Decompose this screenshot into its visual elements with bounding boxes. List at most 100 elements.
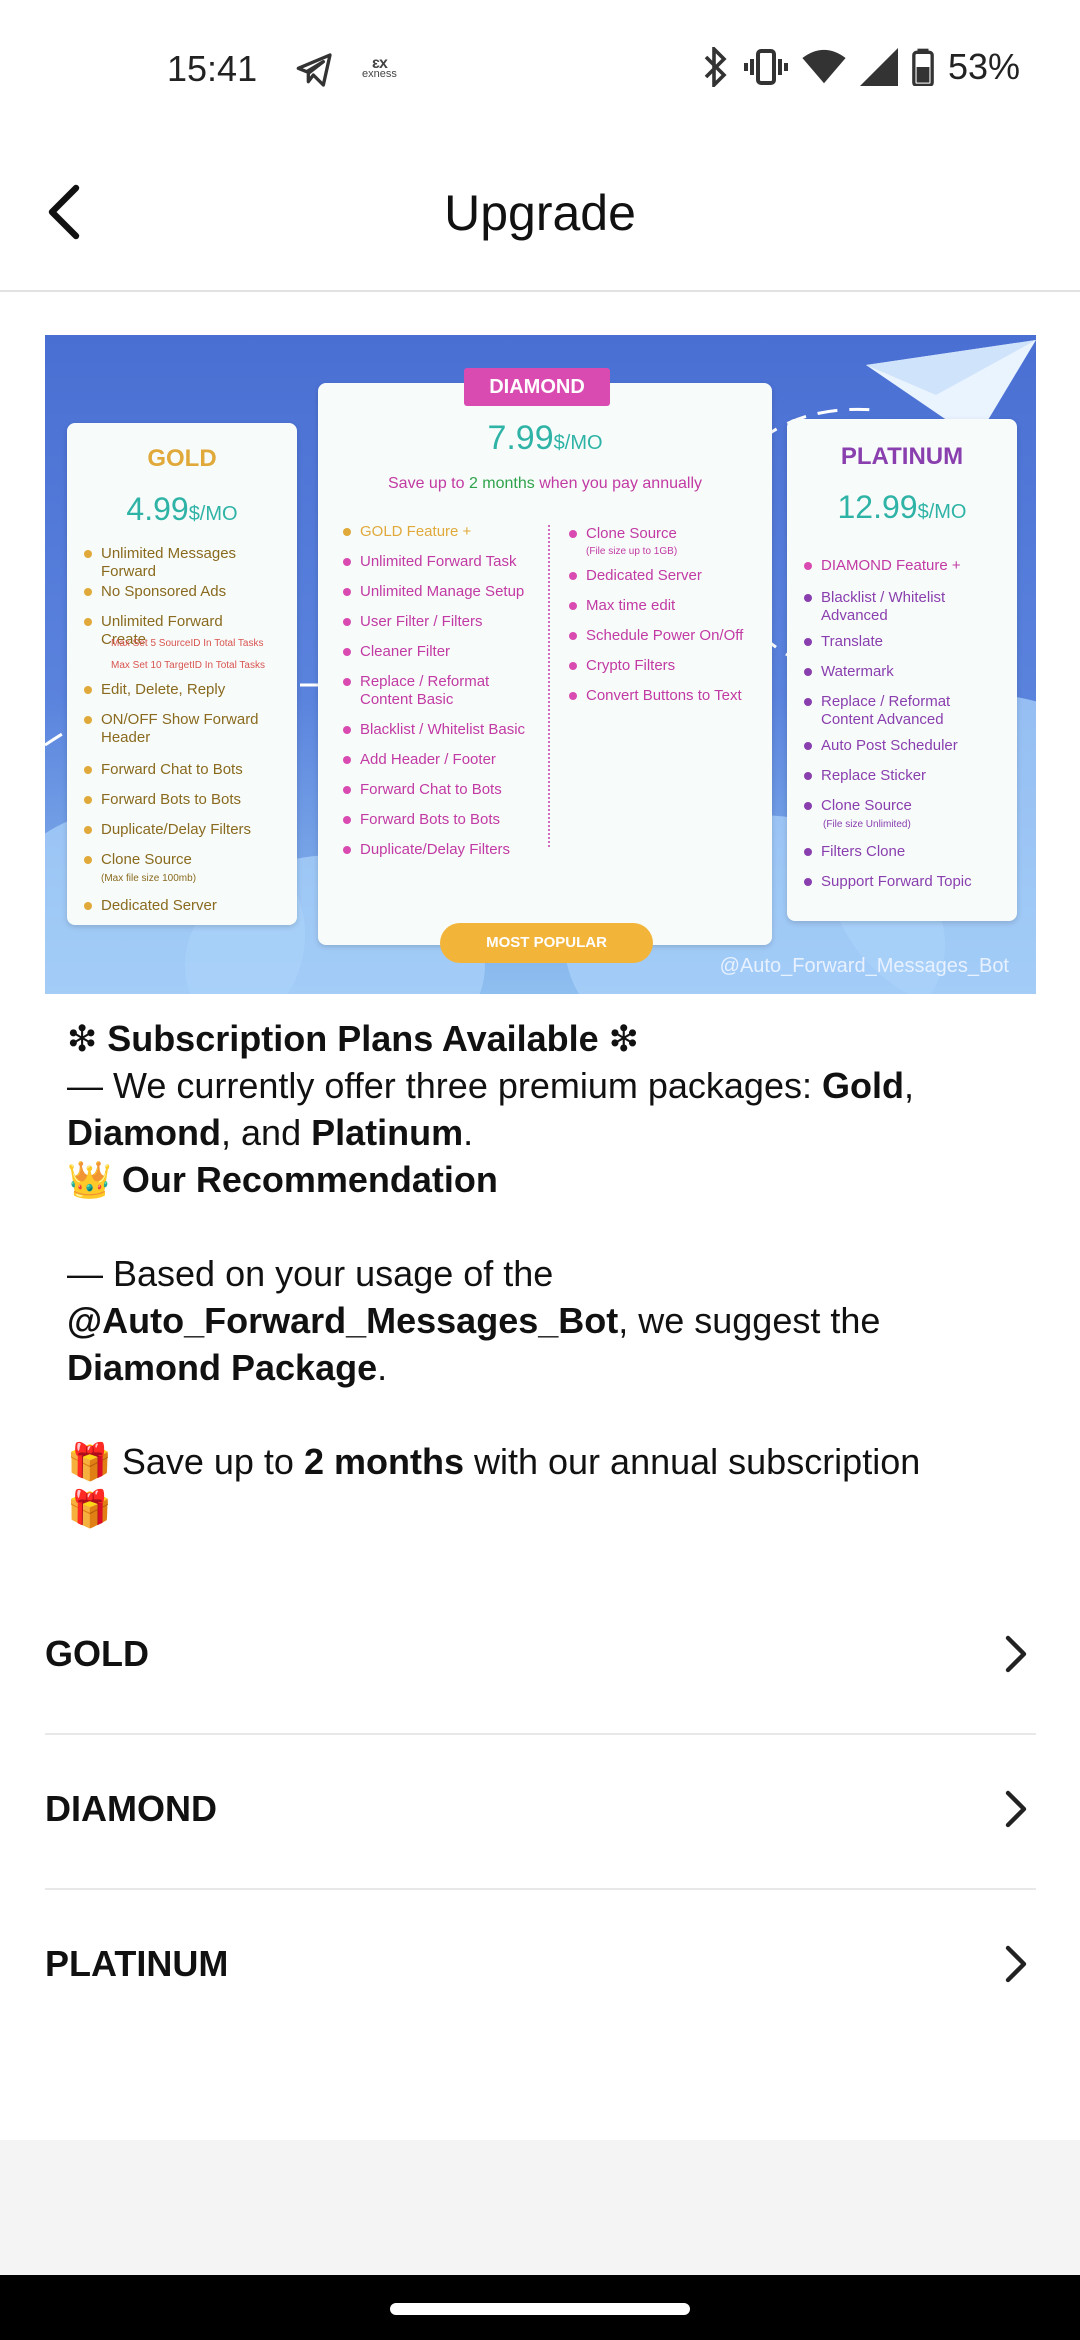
- feature-item: Max time edit: [586, 597, 676, 614]
- feature-item: Replace Sticker: [821, 767, 927, 784]
- home-gesture-handle[interactable]: [390, 2303, 690, 2315]
- signal-icon: [859, 48, 898, 86]
- gold-price-value: 4.99: [126, 491, 189, 527]
- exness-icon: ɛx exness: [362, 55, 397, 80]
- app-bar: Upgrade: [0, 140, 1080, 292]
- feature-note: Max Set 10 TargetID In Total Tasks: [111, 660, 265, 671]
- feature-note: (File size Unlimited): [823, 819, 911, 830]
- status-time: 15:41: [167, 48, 258, 89]
- bullet-dot: [84, 902, 92, 910]
- gold-price-unit: $/MO: [188, 503, 238, 525]
- subscription-message: ❇ Subscription Plans Available ❇ — We cu…: [67, 1015, 1017, 1532]
- diamond-save-text: Save up to 2 months when you pay annuall…: [388, 475, 702, 492]
- page-title: Upgrade: [444, 185, 636, 241]
- feature-item: Support Forward Topic: [821, 873, 972, 890]
- feature-note: Max Set 5 SourceID In Total Tasks: [111, 638, 264, 649]
- plans-banner-image[interactable]: GOLD 4.99$/MO Unlimited Messages Forward…: [45, 335, 1036, 994]
- gold-plan-name: GOLD: [147, 445, 217, 472]
- bullet-dot: [343, 846, 351, 854]
- plan-row-diamond[interactable]: DIAMOND: [45, 1735, 1036, 1890]
- feature-item: Forward Chat to Bots: [360, 781, 502, 798]
- feature-item: Forward Chat to Bots: [101, 761, 243, 778]
- bullet-dot: [804, 878, 812, 886]
- gift-icon: 🎁: [67, 1488, 112, 1529]
- bullet-dot: [569, 692, 577, 700]
- feature-item: GOLD Feature +: [360, 523, 472, 540]
- feature-item: Clone Source: [101, 851, 192, 868]
- crown-icon: 👑: [67, 1159, 112, 1200]
- battery-icon: [912, 48, 934, 86]
- diamond-plan-price: 7.99$/MO: [318, 419, 772, 458]
- bullet-dot: [569, 572, 577, 580]
- diamond-price-value: 7.99: [487, 419, 554, 457]
- telegram-icon: [296, 53, 332, 87]
- feature-item: Translate: [821, 633, 883, 650]
- bullet-dot: [804, 802, 812, 810]
- plan-row-label: GOLD: [45, 1633, 149, 1674]
- status-bar: 15:41 ɛx exness 53%: [0, 0, 1080, 140]
- gold-plan-price: 4.99$/MO: [67, 491, 297, 528]
- status-icons: 53%: [702, 46, 1020, 88]
- bullet-dot: [804, 772, 812, 780]
- bullet-dot: [84, 618, 92, 626]
- bullet-dot: [569, 662, 577, 670]
- platinum-plan-card: PLATINUM 12.99$/MO DIAMOND Feature + Blac…: [787, 419, 1017, 921]
- message-heading: ❇ Subscription Plans Available ❇: [67, 1018, 639, 1059]
- bot-mention-link[interactable]: @Auto_Forward_Messages_Bot: [67, 1300, 618, 1341]
- bullet-dot: [343, 618, 351, 626]
- feature-item: ON/OFF Show Forward Header: [101, 711, 259, 746]
- chevron-right-icon: [1005, 1635, 1027, 1673]
- chevron-right-icon: [1005, 1945, 1027, 1983]
- feature-item: Auto Post Scheduler: [821, 737, 958, 754]
- feature-item: Cleaner Filter: [360, 643, 451, 660]
- feature-item: Crypto Filters: [586, 657, 676, 674]
- wifi-icon: [802, 49, 846, 84]
- bullet-dot: [343, 678, 351, 686]
- feature-item: Replace / Reformat Content Advanced: [821, 693, 951, 728]
- bullet-dot: [343, 648, 351, 656]
- chevron-right-icon: [1005, 1790, 1027, 1828]
- plan-row-platinum[interactable]: PLATINUM: [45, 1890, 1036, 2043]
- bullet-dot: [804, 668, 812, 676]
- message-offer-line: — We currently offer three premium packa…: [67, 1065, 914, 1106]
- plan-row-gold[interactable]: GOLD: [45, 1580, 1036, 1735]
- bullet-dot: [343, 528, 351, 536]
- message-save-line: 🎁 Save up to 2 months with our annual su…: [67, 1441, 921, 1482]
- feature-item: Unlimited Messages Forward: [101, 545, 237, 580]
- feature-item: Schedule Power On/Off: [586, 627, 744, 644]
- bullet-dot: [84, 686, 92, 694]
- bullet-dot: [804, 594, 812, 602]
- message-recommendation-heading: 👑 Our Recommendation: [67, 1159, 498, 1200]
- plan-list: GOLD DIAMOND PLATINUM: [45, 1580, 1036, 2043]
- feature-item: No Sponsored Ads: [101, 583, 227, 600]
- feature-item: Forward Bots to Bots: [101, 791, 242, 808]
- navigation-bar: [0, 2275, 1080, 2340]
- bullet-dot: [569, 530, 577, 538]
- platinum-plan-price: 12.99$/MO: [787, 489, 1017, 526]
- message-package-line: Diamond Package.: [67, 1347, 388, 1388]
- feature-item: Blacklist / Whitelist Basic: [360, 721, 526, 738]
- bullet-dot: [343, 816, 351, 824]
- bullet-dot: [569, 602, 577, 610]
- feature-item: Duplicate/Delay Filters: [360, 841, 511, 858]
- bullet-dot: [343, 558, 351, 566]
- bullet-dot: [84, 796, 92, 804]
- plan-row-label: PLATINUM: [45, 1943, 229, 1984]
- feature-note: (Max file size 100mb): [101, 873, 197, 884]
- message-gift-line: 🎁: [67, 1485, 1017, 1532]
- feature-item: Dedicated Server: [586, 567, 702, 584]
- feature-item: DIAMOND Feature +: [821, 557, 961, 574]
- bullet-dot: [343, 756, 351, 764]
- feature-item: Filters Clone: [821, 843, 906, 860]
- bullet-dot: [804, 742, 812, 750]
- feature-item: Blacklist / Whitelist Advanced: [821, 589, 946, 624]
- banner-watermark: @Auto_Forward_Messages_Bot: [719, 955, 1009, 977]
- feature-item: Clone Source: [586, 525, 677, 542]
- bullet-dot: [84, 550, 92, 558]
- bullet-dot: [804, 638, 812, 646]
- message-based-line: — Based on your usage of the: [67, 1253, 554, 1294]
- feature-item: Watermark: [821, 663, 894, 680]
- bluetooth-icon: [704, 47, 727, 87]
- battery-percent: 53%: [947, 46, 1020, 87]
- message-bot-line: @Auto_Forward_Messages_Bot, we suggest t…: [67, 1300, 881, 1341]
